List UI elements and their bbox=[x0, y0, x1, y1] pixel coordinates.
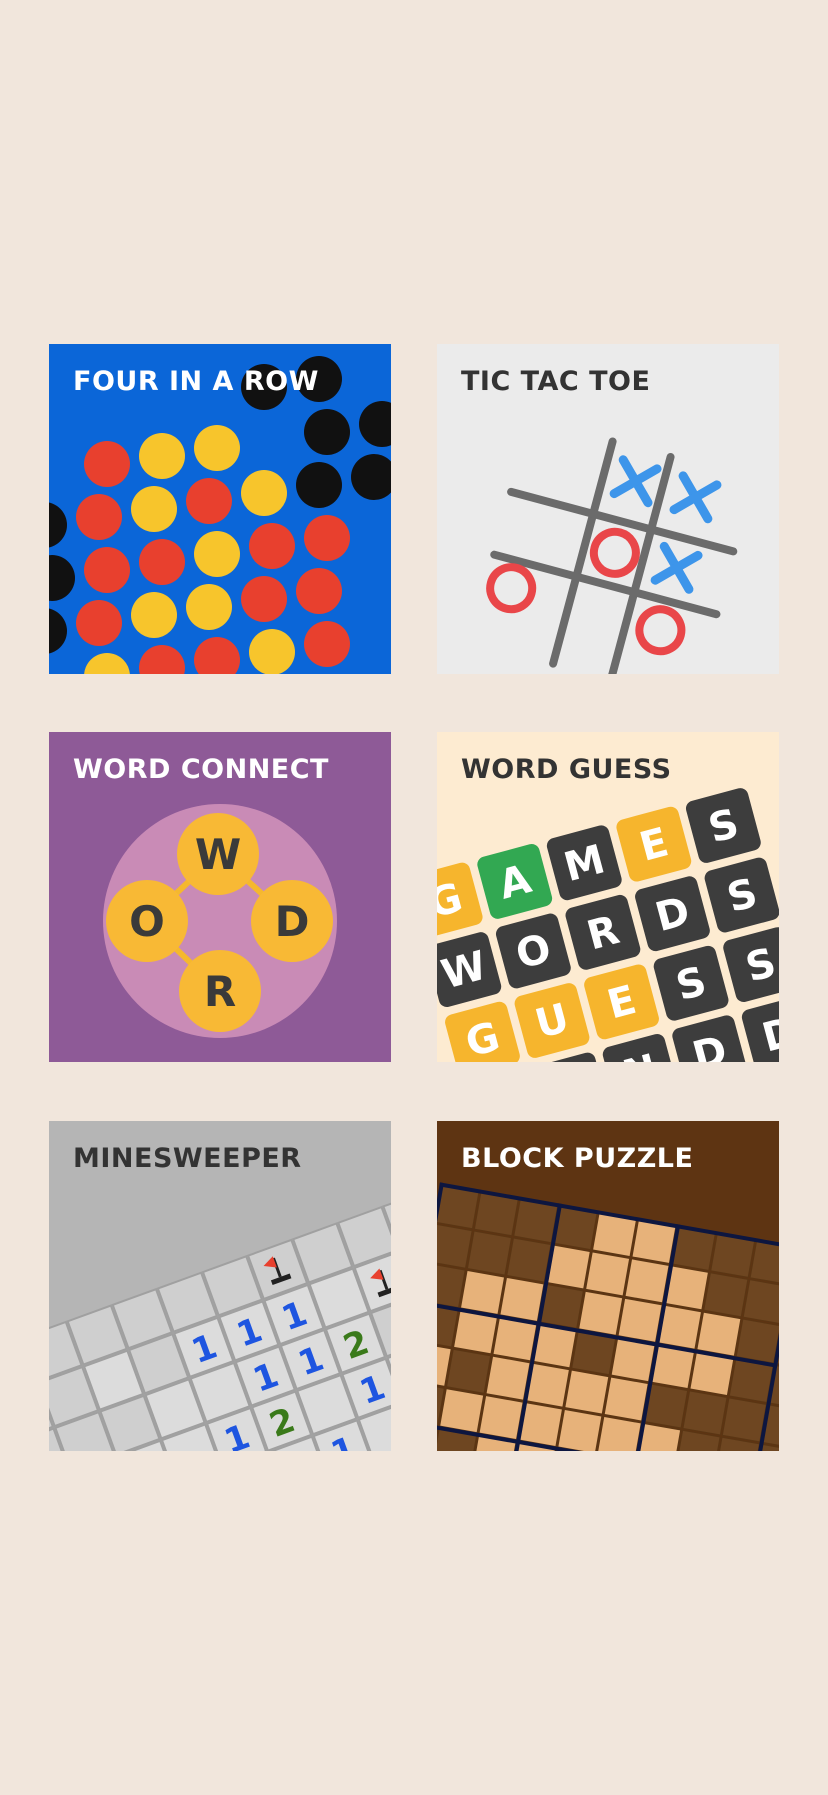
disc-icon bbox=[194, 637, 240, 674]
minesweeper-title: MINESWEEPER bbox=[73, 1143, 302, 1174]
disc-icon bbox=[76, 494, 122, 540]
block-cell bbox=[735, 1318, 779, 1364]
word-guess-title: WORD GUESS bbox=[461, 754, 672, 785]
block-cell bbox=[439, 1388, 485, 1434]
letter-o: O bbox=[129, 897, 165, 946]
block-cell bbox=[557, 1408, 603, 1451]
tic-tac-toe-tile[interactable]: TIC TAC TOE bbox=[437, 344, 779, 674]
block-cell bbox=[578, 1290, 624, 1336]
minesweeper-tile[interactable]: MINESWEEPER 1111121211231211 bbox=[49, 1121, 391, 1451]
disc-icon bbox=[49, 502, 67, 548]
disc-icon bbox=[249, 523, 295, 569]
disc-icon bbox=[76, 600, 122, 646]
letter-r: R bbox=[204, 967, 236, 1016]
disc-icon bbox=[186, 584, 232, 630]
word-guess-tile[interactable]: WORD GUESS GAMESWORDSGUESSFINDD bbox=[437, 732, 779, 1062]
disc-icon bbox=[186, 478, 232, 524]
block-cell bbox=[446, 1348, 492, 1394]
block-cell bbox=[478, 1395, 524, 1441]
disc-icon bbox=[351, 454, 391, 500]
block-puzzle-tile[interactable]: BLOCK PUZZLE bbox=[437, 1121, 779, 1451]
block-cell bbox=[742, 1279, 779, 1325]
disc-icon bbox=[194, 425, 240, 471]
disc-icon bbox=[84, 441, 130, 487]
block-puzzle-title: BLOCK PUZZLE bbox=[461, 1143, 694, 1174]
disc-icon bbox=[304, 621, 350, 667]
block-cell bbox=[617, 1297, 663, 1343]
four-in-a-row-title: FOUR IN A ROW bbox=[73, 366, 319, 397]
block-cell bbox=[585, 1251, 631, 1297]
disc-icon bbox=[249, 629, 295, 674]
disc-icon bbox=[49, 555, 75, 601]
block-cell bbox=[499, 1276, 545, 1323]
block-cell bbox=[721, 1397, 767, 1443]
disc-icon bbox=[241, 470, 287, 516]
block-cell bbox=[564, 1369, 610, 1415]
four-in-a-row-tile[interactable]: FOUR IN A ROW bbox=[49, 344, 391, 674]
disc-icon bbox=[241, 576, 287, 622]
disc-icon bbox=[49, 608, 67, 654]
block-cell bbox=[459, 1269, 506, 1316]
word-connect-title: WORD CONNECT bbox=[73, 754, 329, 785]
block-cell bbox=[437, 1262, 466, 1309]
disc-icon bbox=[296, 568, 342, 614]
block-cell bbox=[603, 1376, 649, 1422]
disc-icon bbox=[139, 539, 185, 585]
block-cell bbox=[596, 1415, 642, 1451]
letter-w: W bbox=[195, 830, 241, 879]
block-cell bbox=[506, 1237, 552, 1283]
block-cell bbox=[749, 1239, 779, 1285]
block-cell bbox=[437, 1223, 473, 1269]
block-cell bbox=[485, 1355, 531, 1401]
disc-icon bbox=[84, 547, 130, 593]
disc-icon bbox=[84, 653, 130, 674]
disc-icon bbox=[296, 462, 342, 508]
block-cell bbox=[466, 1230, 513, 1276]
disc-icon bbox=[359, 401, 391, 447]
letter-d: D bbox=[275, 897, 310, 946]
disc-icon bbox=[194, 531, 240, 577]
block-cell bbox=[682, 1390, 728, 1436]
disc-icon bbox=[304, 409, 350, 455]
block-cell bbox=[696, 1311, 742, 1357]
disc-icon bbox=[139, 433, 185, 479]
disc-icon bbox=[139, 645, 185, 674]
tic-tac-toe-title: TIC TAC TOE bbox=[461, 366, 651, 397]
disc-icon bbox=[131, 592, 177, 638]
disc-icon bbox=[131, 486, 177, 532]
word-connect-tile[interactable]: WORD CONNECT W O D R bbox=[49, 732, 391, 1062]
block-cell bbox=[624, 1258, 670, 1304]
block-cell bbox=[703, 1272, 749, 1318]
disc-icon bbox=[304, 515, 350, 561]
